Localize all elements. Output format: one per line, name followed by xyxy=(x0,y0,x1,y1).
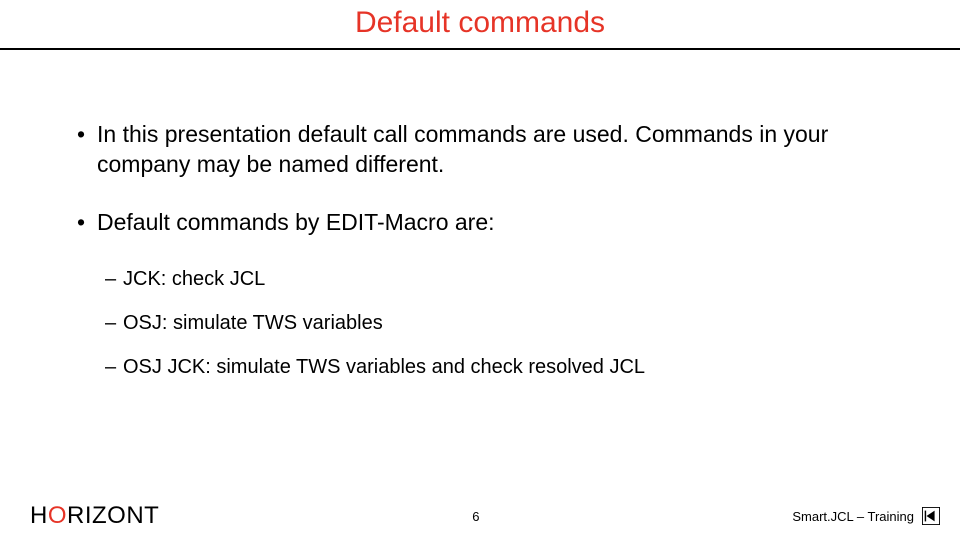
sub-bullet-item: OSJ: simulate TWS variables xyxy=(75,310,885,336)
footer-right-group: Smart.JCL – Training xyxy=(792,507,940,525)
brand-letter: H xyxy=(30,502,48,529)
page-number: 6 xyxy=(472,509,479,524)
footer-caption: Smart.JCL – Training xyxy=(792,509,914,524)
bullet-item: Default commands by EDIT-Macro are: xyxy=(75,208,885,238)
slide: Default commands In this presentation de… xyxy=(0,0,960,540)
brand-letter-accent: O xyxy=(48,502,67,529)
slide-footer: HORIZONT 6 Smart.JCL – Training xyxy=(0,502,960,530)
slide-body: In this presentation default call comman… xyxy=(0,50,960,380)
sub-bullet-item: JCK: check JCL xyxy=(75,266,885,292)
sub-bullet-item: OSJ JCK: simulate TWS variables and chec… xyxy=(75,354,885,380)
bullet-item: In this presentation default call comman… xyxy=(75,120,885,180)
brand-logo: HORIZONT xyxy=(30,502,159,530)
slide-title: Default commands xyxy=(0,0,960,48)
brand-letter: RIZONT xyxy=(67,502,159,529)
back-arrow-icon[interactable] xyxy=(922,507,940,525)
